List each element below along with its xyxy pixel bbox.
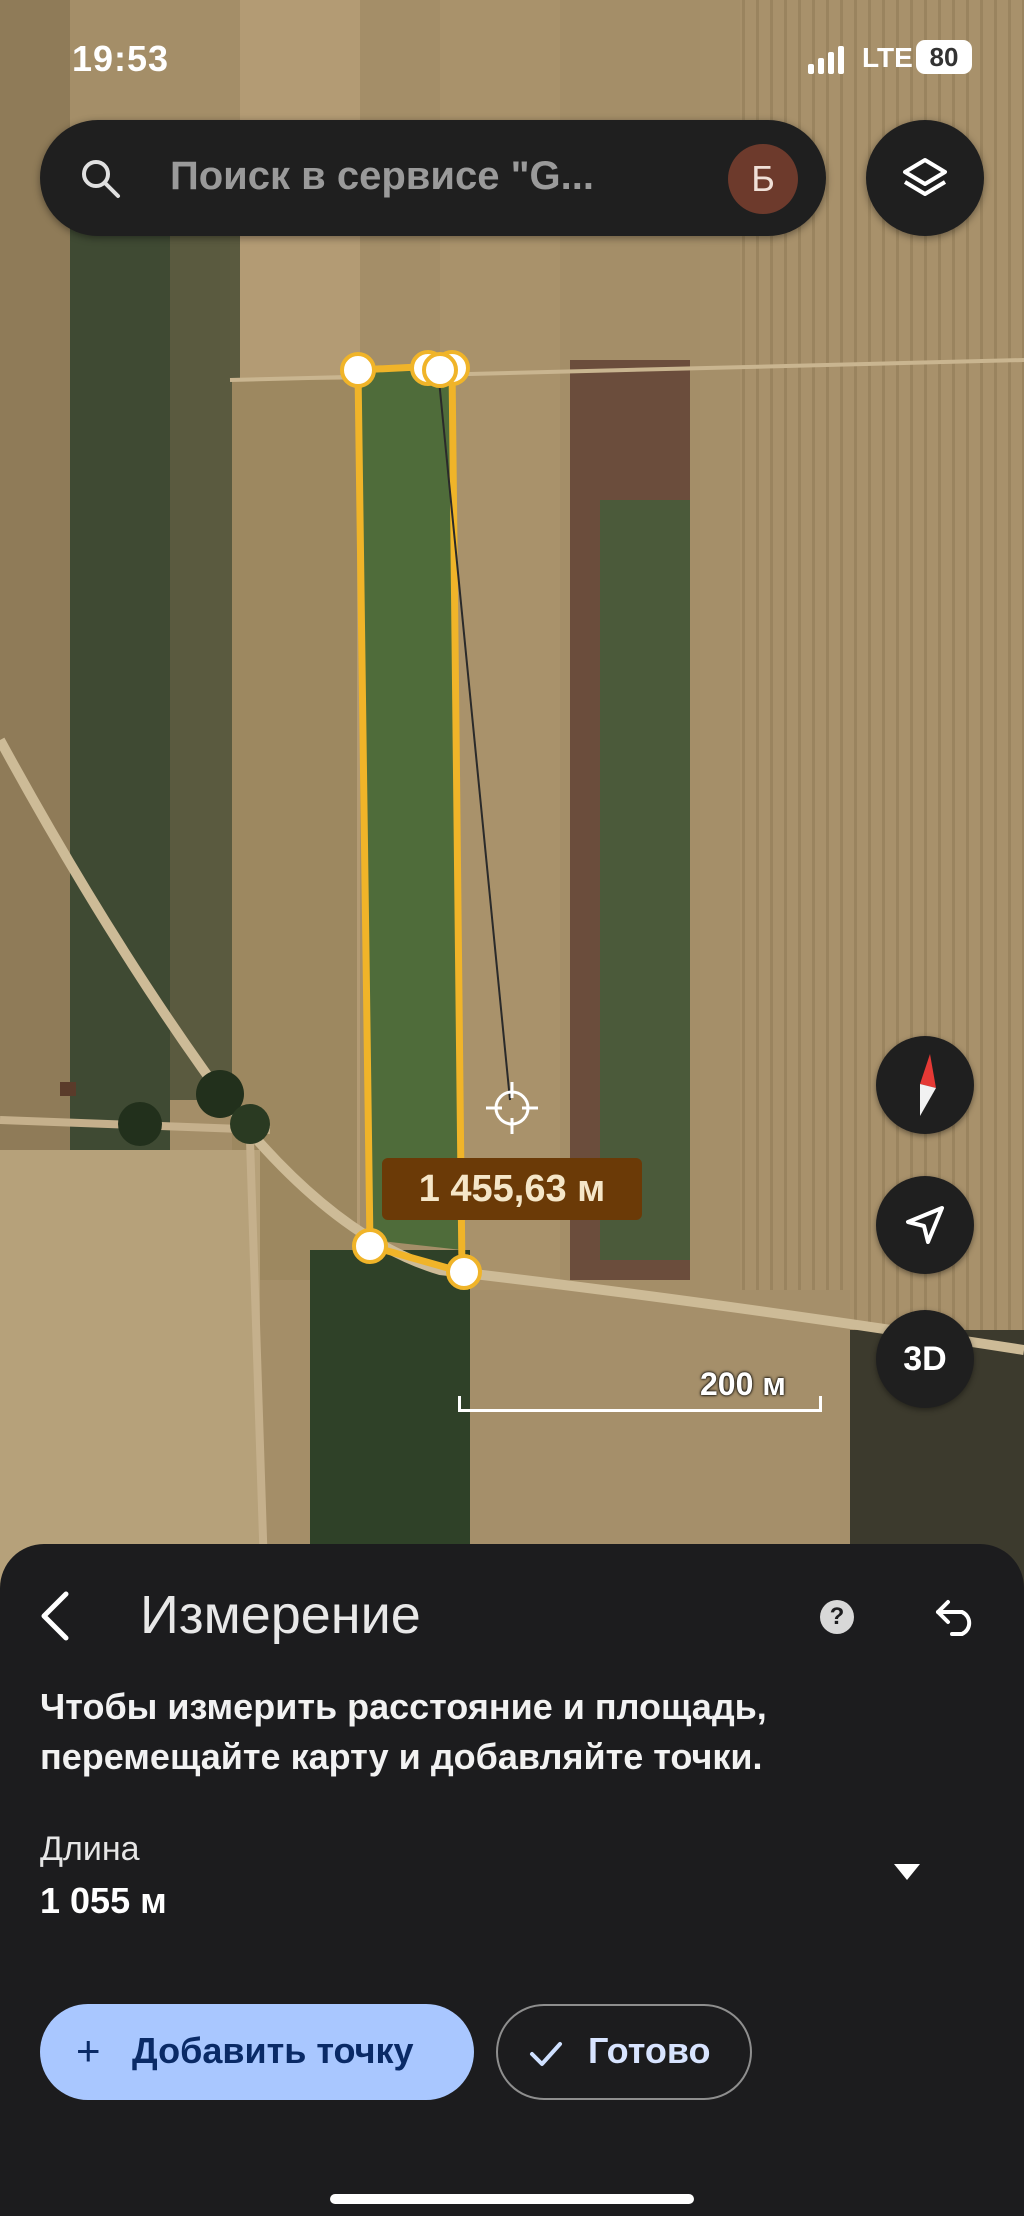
home-indicator[interactable] [330,2194,694,2204]
3d-toggle-button[interactable]: 3D [876,1310,974,1408]
network-type: LTE [862,42,913,73]
cellular-signal-icon [808,46,844,74]
search-icon [82,160,120,198]
dropdown-triangle-icon[interactable] [894,1864,920,1880]
plus-icon: + [76,2027,101,2074]
length-label: Длина [40,1830,140,1868]
add-point-button[interactable]: + Добавить точку [40,2004,474,2100]
scale-bar [458,1396,822,1412]
add-point-label: Добавить точку [132,2030,414,2071]
compass-icon [920,1054,936,1116]
length-value: 1 055 м [40,1880,167,1921]
avatar[interactable]: Б [728,144,798,214]
search-bar[interactable]: Поиск в сервисе "G... Б [40,120,826,236]
search-input[interactable]: Поиск в сервисе "G... [170,154,594,199]
layers-button[interactable] [866,120,984,236]
done-button[interactable]: Готово [496,2004,752,2100]
status-time: 19:53 [72,38,170,79]
sheet-title: Измерение [140,1585,421,1645]
help-icon[interactable]: ? [820,1600,854,1634]
compass-button[interactable] [876,1036,974,1134]
undo-icon[interactable] [934,1596,978,1636]
crosshair-icon [486,1082,538,1134]
done-label: Готово [588,2030,711,2071]
back-arrow-icon[interactable] [36,1588,72,1644]
layers-icon [903,158,947,196]
navigation-arrow-icon [906,1206,944,1244]
battery-indicator: 80 [916,40,972,74]
measure-distance-label: 1 455,63 м [382,1158,642,1220]
check-icon [530,2042,562,2066]
satellite-map[interactable] [0,0,1024,1600]
measure-sheet: Измерение ? Чтобы измерить расстояние и … [0,1544,1024,2216]
instruction-text: Чтобы измерить расстояние и площадь, пер… [40,1686,767,1777]
status-bar: 19:53 LTE 80 [0,38,1024,88]
my-location-button[interactable] [876,1176,974,1274]
